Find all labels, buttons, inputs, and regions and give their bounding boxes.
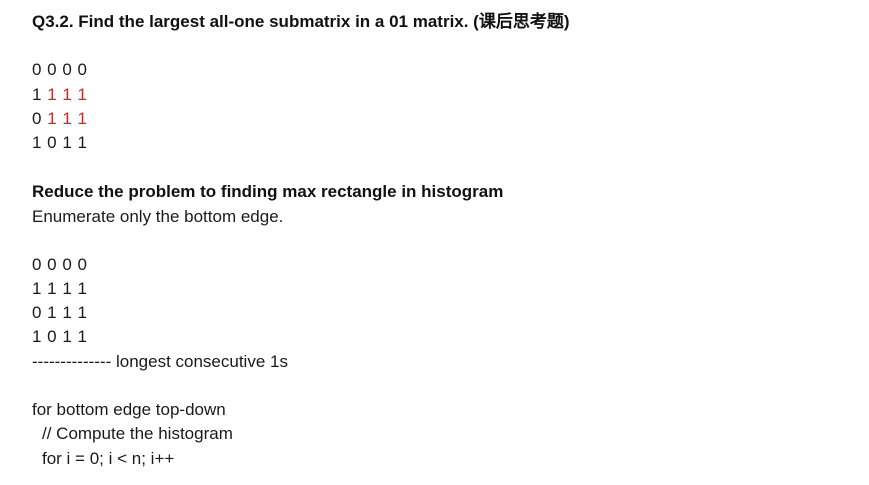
code-line-3: for i = 0; i < n; i++ — [42, 449, 175, 468]
matrix1-row-4: 1 0 1 1 — [32, 133, 88, 153]
matrix1-row-2: 1 1 1 1 — [32, 85, 88, 105]
matrix2-row-1: 0 0 0 0 — [32, 255, 88, 274]
page-title: Q3.2. Find the largest all-one submatrix… — [32, 12, 570, 31]
code-line-1: for bottom edge top-down — [32, 400, 226, 419]
matrix1-row-1: 0 0 0 0 — [32, 60, 88, 80]
section-heading: Reduce the problem to finding max rectan… — [32, 182, 504, 201]
divider-annotation: -------------- longest consecutive 1s — [32, 352, 288, 371]
matrix2-row-4: 1 0 1 1 — [32, 327, 88, 346]
matrix1-row-3-highlight: 1 1 1 — [47, 109, 88, 128]
matrix1-row-1-plain: 0 0 0 0 — [32, 60, 88, 79]
matrix2-row-2: 1 1 1 1 — [32, 279, 88, 298]
matrix2-row-3: 0 1 1 1 — [32, 303, 88, 322]
matrix1-row-2-plain: 1 — [32, 85, 48, 104]
matrix1-row-3-plain: 0 — [32, 109, 48, 128]
code-line-2: // Compute the histogram — [42, 424, 233, 443]
matrix1-row-3: 0 1 1 1 — [32, 109, 88, 129]
section-subtext: Enumerate only the bottom edge. — [32, 207, 284, 226]
matrix1-row-4-plain: 1 0 1 1 — [32, 133, 88, 152]
matrix1-row-2-highlight: 1 1 1 — [47, 85, 88, 104]
